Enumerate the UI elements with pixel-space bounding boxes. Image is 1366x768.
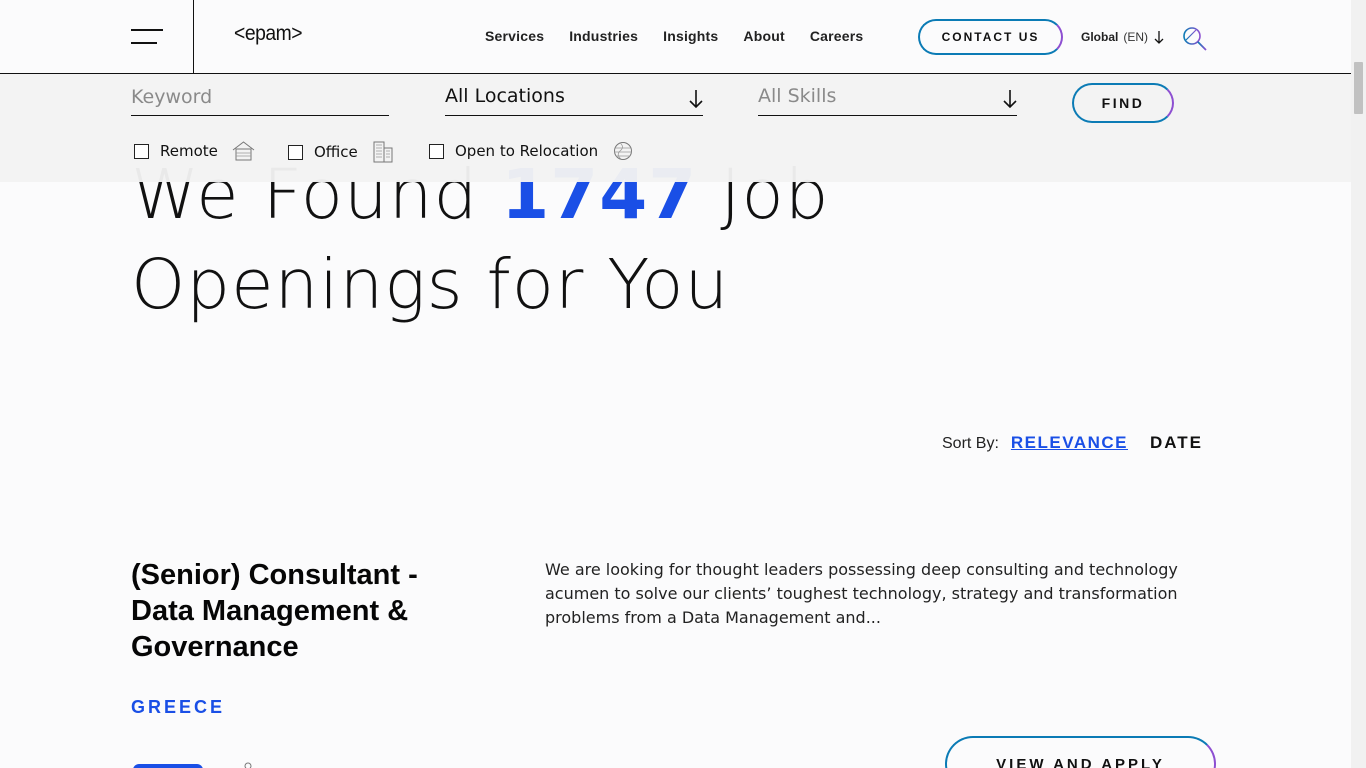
office-checkbox-group[interactable]: Office — [288, 141, 394, 163]
sort-relevance-link[interactable]: RELEVANCE — [1011, 433, 1128, 453]
office-label: Office — [314, 143, 358, 161]
nav-services[interactable]: Services — [485, 28, 544, 44]
lang-code: (EN) — [1123, 30, 1149, 44]
building-icon — [373, 141, 393, 163]
nav-careers[interactable]: Careers — [810, 28, 864, 44]
main-nav: Services Industries Insights About Caree… — [485, 28, 888, 44]
nav-industries[interactable]: Industries — [569, 28, 638, 44]
arrow-down-icon — [1003, 90, 1017, 109]
relocation-label: Open to Relocation — [455, 142, 599, 160]
header-divider — [193, 0, 194, 73]
sort-control: Sort By: RELEVANCE DATE — [942, 433, 1203, 453]
contact-us-button[interactable]: CONTACT US — [918, 19, 1063, 55]
house-icon — [232, 141, 255, 161]
sort-label: Sort By: — [942, 435, 999, 452]
office-checkbox[interactable] — [288, 144, 303, 160]
relocation-checkbox[interactable] — [429, 143, 444, 159]
site-header: <epam> Services Industries Insights Abou… — [0, 0, 1351, 74]
skills-select[interactable]: All Skills — [758, 85, 1017, 116]
remote-label: Remote — [160, 142, 218, 160]
search-icon[interactable] — [1182, 26, 1208, 52]
remote-checkbox-group[interactable]: Remote — [134, 141, 255, 161]
page: <epam> Services Industries Insights Abou… — [0, 0, 1351, 768]
epam-logo[interactable]: <epam> — [234, 22, 303, 46]
remote-checkbox[interactable] — [134, 143, 149, 159]
nav-about[interactable]: About — [743, 28, 784, 44]
arrow-down-icon — [689, 90, 703, 109]
job-description: We are looking for thought leaders posse… — [545, 560, 1178, 627]
location-select[interactable]: All Locations — [445, 85, 703, 116]
location-value: All Locations — [445, 85, 565, 107]
relocation-checkbox-group[interactable]: Open to Relocation — [429, 141, 634, 161]
job-tag-badge — [133, 764, 203, 768]
globe-icon — [614, 142, 633, 160]
nav-insights[interactable]: Insights — [663, 28, 718, 44]
skills-value: All Skills — [758, 85, 837, 107]
keyword-field — [131, 85, 389, 116]
job-title[interactable]: (Senior) Consultant - Data Management & … — [131, 557, 451, 665]
job-location: GREECE — [131, 697, 226, 717]
tag-icon — [244, 762, 252, 768]
job-filters: All Locations All Skills FIND Remote Off… — [0, 74, 1351, 182]
menu-icon[interactable] — [131, 29, 163, 45]
page-scrollbar[interactable] — [1351, 0, 1366, 768]
lang-region: Global — [1081, 30, 1119, 44]
language-selector[interactable]: Global (EN) — [1081, 30, 1164, 44]
view-and-apply-button[interactable]: VIEW AND APPLY — [945, 736, 1216, 768]
find-button[interactable]: FIND — [1072, 83, 1174, 123]
sort-date-link[interactable]: DATE — [1150, 433, 1203, 453]
arrow-down-icon — [1154, 30, 1164, 44]
results-heading-line2: Openings for You — [131, 245, 730, 325]
scrollbar-thumb[interactable] — [1354, 62, 1363, 114]
keyword-input[interactable] — [131, 86, 389, 108]
